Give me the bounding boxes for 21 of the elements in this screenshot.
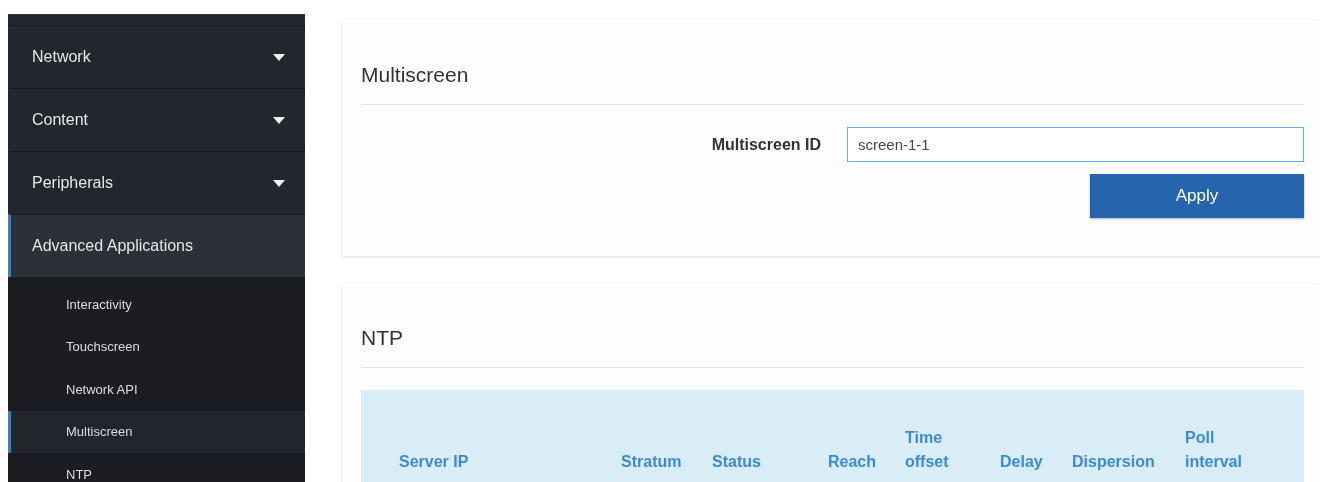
input-field[interactable]: screen-1-1 [847,127,1304,162]
column-header: Dispersion [1072,452,1156,472]
field-label: Multiscreen ID [711,135,821,154]
apply-button[interactable]: Apply [1090,174,1304,218]
sidebar-item[interactable]: Content [8,88,305,151]
column-header: Status [712,452,762,472]
column-header: Poll interval [1185,428,1243,472]
column-header: Time offset [905,428,950,472]
panel-title: NTP [361,284,1304,368]
submenu-item[interactable]: Touchscreen [8,325,305,368]
column-header: Reach [828,452,878,472]
column-header: Delay [1000,452,1044,472]
submenu-item[interactable]: Network API [8,368,305,411]
sidebar-item[interactable]: Advanced Applications [8,214,305,277]
submenu-item[interactable]: NTP [8,453,305,482]
sidebar-item[interactable]: Network [8,25,305,88]
panel-title: Multiscreen [361,20,1304,105]
submenu-item[interactable]: Multiscreen [8,410,305,453]
column-header: Stratum [621,452,683,472]
column-header: Server IP [399,452,470,472]
submenu-item[interactable]: Interactivity [8,283,305,326]
